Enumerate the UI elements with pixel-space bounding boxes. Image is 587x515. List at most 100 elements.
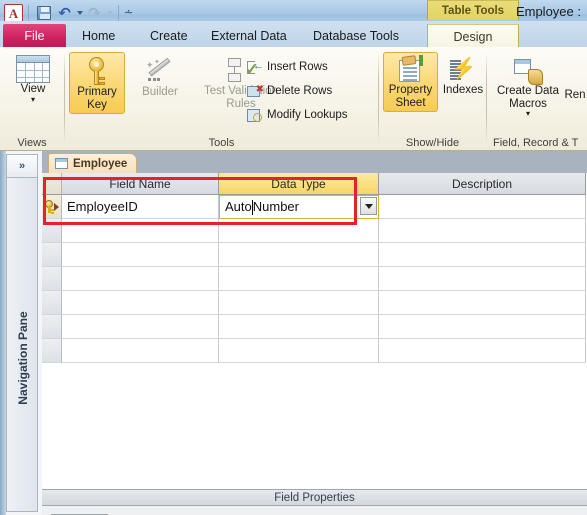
table-row[interactable] bbox=[42, 291, 587, 315]
data-macro-icon bbox=[513, 59, 543, 85]
data-type-dropdown-button[interactable] bbox=[360, 197, 377, 215]
ribbon-group-label-views: Views bbox=[17, 137, 47, 149]
cell-field-name[interactable] bbox=[62, 315, 219, 339]
cell-data-type[interactable] bbox=[219, 219, 379, 243]
tab-external-data[interactable]: External Data bbox=[203, 24, 295, 48]
window-title: Employee : bbox=[515, 4, 581, 19]
current-row-arrow-icon bbox=[54, 203, 59, 211]
primary-key-button[interactable]: Primary Key bbox=[69, 52, 125, 114]
delete-rows-icon bbox=[247, 84, 264, 98]
save-icon[interactable] bbox=[34, 4, 53, 23]
cell-description[interactable] bbox=[379, 267, 586, 291]
create-data-macros-button[interactable]: Create Data Macros ▾ bbox=[497, 55, 559, 118]
table-row[interactable] bbox=[42, 315, 587, 339]
indexes-button[interactable]: ⚡ Indexes bbox=[441, 55, 485, 97]
builder-label: Builder bbox=[142, 86, 178, 98]
row-selector-primary-key[interactable] bbox=[42, 195, 62, 219]
tab-create[interactable]: Create bbox=[142, 24, 196, 48]
insert-rows-button[interactable]: Insert Rows bbox=[247, 60, 328, 74]
ribbon: View ▾ Views Primary Key ✦ ✦ Builder ✓ T… bbox=[0, 47, 587, 151]
document-tab-bar: Employee bbox=[42, 151, 587, 173]
row-selector[interactable] bbox=[42, 315, 62, 339]
row-selector[interactable] bbox=[42, 339, 62, 363]
datasheet-view-icon bbox=[16, 55, 50, 83]
rename-label: Ren bbox=[564, 89, 586, 101]
view-button-label: View bbox=[20, 83, 46, 95]
property-sheet-label: Property Sheet bbox=[388, 84, 433, 109]
cell-data-type-text: AutoNumber bbox=[225, 198, 299, 216]
cell-field-name[interactable] bbox=[62, 291, 219, 315]
cell-description[interactable] bbox=[379, 315, 586, 339]
document-area: Navigation Pane » Employee Field Name Da… bbox=[0, 151, 587, 515]
cell-description[interactable] bbox=[379, 291, 586, 315]
redo-icon: ↷ bbox=[88, 3, 101, 22]
customize-qat-icon[interactable]: ⩪ bbox=[124, 7, 133, 19]
cell-description[interactable] bbox=[379, 339, 586, 363]
tab-home[interactable]: Home bbox=[74, 24, 123, 48]
cell-data-type[interactable] bbox=[219, 267, 379, 291]
cell-data-type[interactable] bbox=[219, 291, 379, 315]
view-button[interactable]: View ▾ bbox=[12, 53, 54, 104]
undo-icon[interactable]: ↶ bbox=[55, 4, 74, 23]
navigation-pane[interactable]: Navigation Pane bbox=[6, 154, 38, 512]
create-data-macros-dropdown-icon[interactable]: ▾ bbox=[526, 110, 530, 118]
modify-lookups-label: Modify Lookups bbox=[267, 109, 348, 121]
indexes-icon: ⚡ bbox=[450, 58, 476, 80]
column-header-data-type[interactable]: Data Type bbox=[219, 173, 379, 195]
contextual-tools-label: Table Tools bbox=[427, 0, 519, 20]
row-selector[interactable] bbox=[42, 219, 62, 243]
cell-description[interactable] bbox=[379, 195, 586, 219]
cell-data-type[interactable] bbox=[219, 339, 379, 363]
row-selector[interactable] bbox=[42, 267, 62, 291]
table-row[interactable]: EmployeeID AutoNumber bbox=[42, 195, 587, 219]
view-dropdown-icon[interactable]: ▾ bbox=[31, 95, 35, 104]
rename-button[interactable]: Ren bbox=[560, 89, 587, 102]
property-sheet-button[interactable]: Property Sheet bbox=[383, 52, 438, 112]
table-row[interactable] bbox=[42, 243, 587, 267]
tab-design[interactable]: Design bbox=[427, 24, 519, 49]
field-properties-panel: General Lookup Field Size Long Integer N… bbox=[42, 506, 587, 515]
property-sheet-icon bbox=[396, 55, 426, 84]
navigation-pane-expand-button[interactable]: » bbox=[6, 154, 38, 178]
modify-lookups-icon bbox=[247, 108, 263, 122]
tab-file[interactable]: File bbox=[3, 24, 66, 48]
table-icon bbox=[55, 158, 68, 169]
modify-lookups-button[interactable]: Modify Lookups bbox=[247, 108, 348, 122]
table-row[interactable] bbox=[42, 267, 587, 291]
table-design-grid: Field Name Data Type Description Employe… bbox=[42, 173, 587, 491]
delete-rows-button[interactable]: Delete Rows bbox=[247, 84, 332, 98]
ribbon-group-tools: Primary Key ✦ ✦ Builder ✓ Test Validatio… bbox=[65, 47, 378, 151]
cell-description[interactable] bbox=[379, 243, 586, 267]
cell-field-name[interactable] bbox=[62, 339, 219, 363]
cell-data-type[interactable] bbox=[219, 243, 379, 267]
cell-data-type[interactable]: AutoNumber bbox=[219, 195, 379, 219]
undo-dropdown-icon[interactable] bbox=[77, 11, 83, 15]
ribbon-group-label-field-record-table: Field, Record & T bbox=[493, 137, 579, 149]
qat-divider-2 bbox=[118, 5, 119, 21]
column-header-field-name[interactable]: Field Name bbox=[62, 173, 219, 195]
row-selector[interactable] bbox=[42, 243, 62, 267]
table-row[interactable] bbox=[42, 339, 587, 363]
builder-button: ✦ ✦ Builder bbox=[132, 54, 188, 99]
access-logo-icon[interactable]: A bbox=[4, 3, 23, 23]
cell-field-name[interactable] bbox=[62, 243, 219, 267]
column-header-description[interactable]: Description bbox=[379, 173, 586, 195]
cell-field-name[interactable] bbox=[62, 267, 219, 291]
ribbon-group-label-tools: Tools bbox=[208, 137, 235, 149]
navigation-pane-title: Navigation Pane bbox=[16, 311, 30, 405]
insert-rows-label: Insert Rows bbox=[267, 61, 328, 73]
primary-key-label: Primary Key bbox=[77, 86, 117, 111]
document-tab-employee[interactable]: Employee bbox=[48, 153, 138, 173]
ribbon-group-label-show-hide: Show/Hide bbox=[405, 137, 460, 149]
row-selector[interactable] bbox=[42, 291, 62, 315]
redo-dropdown-icon bbox=[107, 11, 113, 15]
cell-description[interactable] bbox=[379, 219, 586, 243]
cell-field-name[interactable] bbox=[62, 219, 219, 243]
create-data-macros-label: Create Data Macros bbox=[497, 85, 560, 110]
cell-field-name[interactable]: EmployeeID bbox=[62, 195, 219, 219]
cell-data-type[interactable] bbox=[219, 315, 379, 339]
access-table-design-window: A ↶ ↷ ⩪ Table Tools Employee : File Home… bbox=[0, 0, 587, 515]
document-tab-label: Employee bbox=[73, 157, 128, 170]
table-row[interactable] bbox=[42, 219, 587, 243]
tab-database-tools[interactable]: Database Tools bbox=[305, 24, 407, 48]
